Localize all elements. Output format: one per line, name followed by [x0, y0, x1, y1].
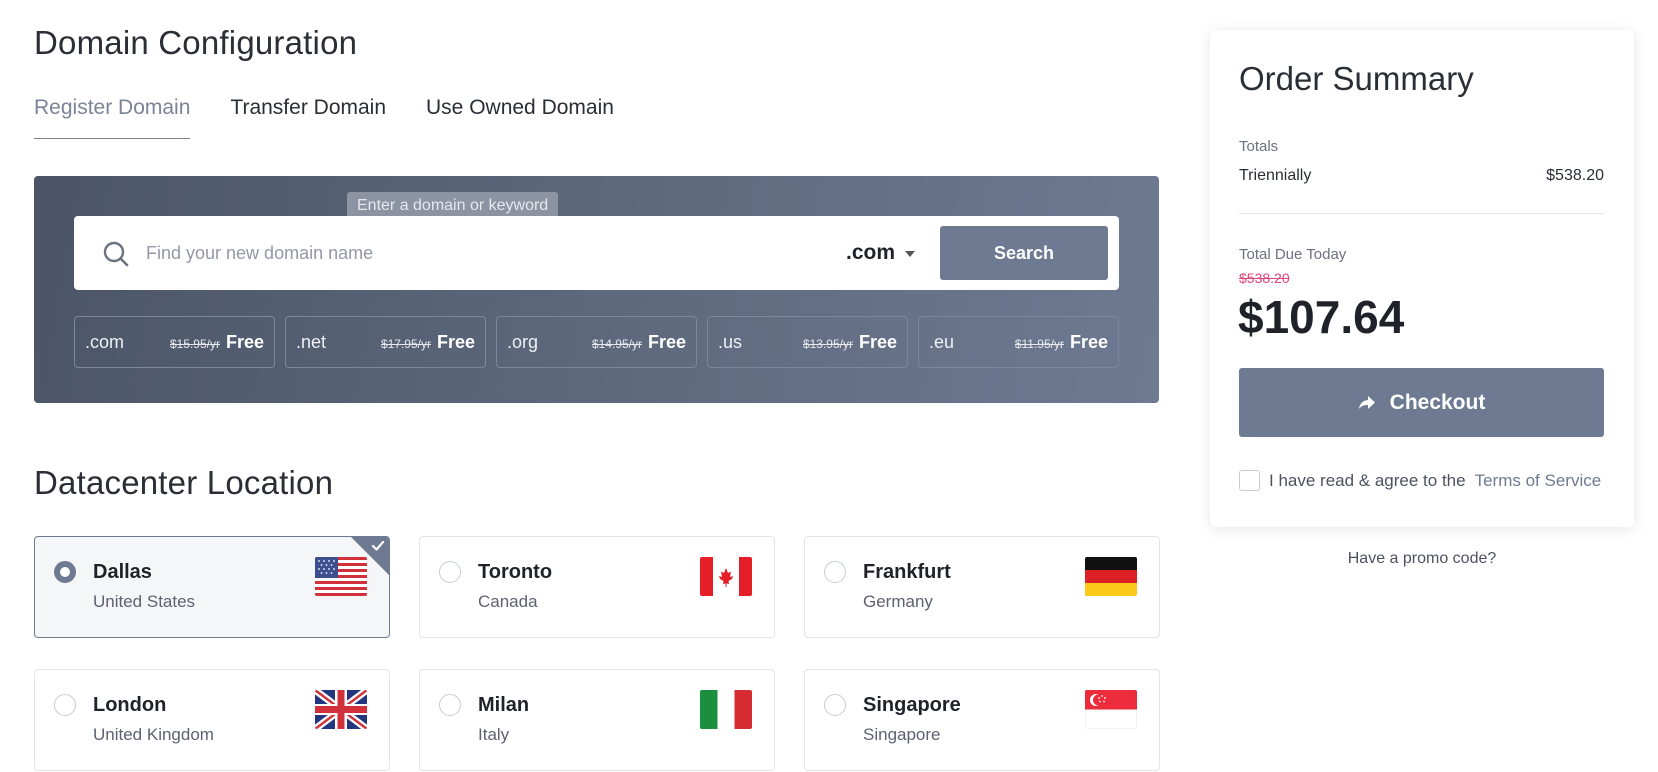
tld-offer-old-price: $17.95/yr — [380, 337, 431, 351]
datacenter-city: Dallas — [93, 561, 152, 583]
datacenter-country: United States — [93, 592, 196, 611]
billing-cycle-price: $538.20 — [1546, 167, 1604, 184]
order-summary-title: Order Summary — [1239, 60, 1474, 97]
datacenter-country: Singapore — [863, 725, 941, 744]
datacenter-option-dallas[interactable]: Dallas United States — [34, 536, 390, 638]
tld-offer-price: Free — [647, 332, 686, 352]
terms-of-service-link[interactable]: Terms of Service — [1475, 471, 1602, 491]
datacenter-country: Canada — [478, 592, 538, 611]
ca-flag-icon — [700, 557, 752, 596]
domain-search-panel: Enter a domain or keyword .com Search .c… — [34, 176, 1159, 403]
domain-search-input[interactable] — [146, 234, 786, 272]
radio-button[interactable] — [439, 561, 461, 583]
tld-offer-com[interactable]: .com $15.95/yr Free — [74, 316, 275, 368]
checkout-button-label: Checkout — [1389, 390, 1486, 414]
datacenter-option-milan[interactable]: Milan Italy — [419, 669, 775, 771]
sg-flag-icon — [1085, 690, 1137, 729]
datacenter-title: Datacenter Location — [34, 464, 334, 501]
it-flag-icon — [700, 690, 752, 729]
total-due-label: Total Due Today — [1239, 246, 1347, 263]
datacenter-city: Milan — [478, 694, 530, 716]
domain-config-title: Domain Configuration — [34, 24, 358, 61]
tld-offer-us[interactable]: .us $13.95/yr Free — [707, 316, 908, 368]
tld-offers: .com $15.95/yr Free .net $17.95/yr Free … — [74, 316, 1119, 368]
billing-cycle-line: Triennially $538.20 — [1239, 167, 1604, 185]
datacenter-country: Italy — [478, 725, 510, 744]
radio-button[interactable] — [439, 694, 461, 716]
datacenter-city: Singapore — [863, 694, 961, 716]
tld-offer-net[interactable]: .net $17.95/yr Free — [285, 316, 486, 368]
tld-offer-name: .eu — [929, 332, 955, 352]
checkmark-icon — [371, 540, 385, 551]
search-icon — [103, 241, 129, 267]
domain-tabs: Register Domain Transfer Domain Use Owne… — [34, 96, 614, 139]
datacenter-option-london[interactable]: London United Kingdom — [34, 669, 390, 771]
tld-offer-name: .net — [296, 332, 327, 352]
tld-dropdown[interactable]: .com — [846, 238, 916, 268]
datacenter-country: United Kingdom — [93, 725, 214, 744]
billing-cycle-label: Triennially — [1239, 167, 1312, 184]
datacenter-country: Germany — [863, 592, 933, 611]
tab-use-owned-domain[interactable]: Use Owned Domain — [426, 96, 614, 139]
radio-button[interactable] — [54, 561, 76, 583]
tld-dropdown-value: .com — [846, 241, 896, 264]
radio-button[interactable] — [824, 561, 846, 583]
terms-text: I have read & agree to the — [1269, 470, 1466, 490]
totals-label: Totals — [1239, 138, 1279, 155]
share-arrow-icon — [1358, 395, 1375, 409]
terms-agreement: I have read & agree to the Terms of Serv… — [1239, 470, 1601, 491]
de-flag-icon — [1085, 557, 1137, 596]
datacenter-city: London — [93, 694, 167, 716]
datacenter-option-frankfurt[interactable]: Frankfurt Germany — [804, 536, 1160, 638]
tld-offer-price: Free — [436, 332, 475, 352]
promo-code-link[interactable]: Have a promo code? — [1210, 550, 1634, 568]
tld-offer-name: .com — [85, 332, 125, 352]
datacenter-city: Toronto — [478, 561, 553, 583]
radio-button[interactable] — [824, 694, 846, 716]
tld-offer-old-price: $14.95/yr — [591, 337, 642, 351]
tld-offer-price: Free — [858, 332, 897, 352]
total-due-price: $107.64 — [1238, 291, 1405, 343]
radio-button[interactable] — [54, 694, 76, 716]
datacenter-option-singapore[interactable]: Singapore Singapore — [804, 669, 1160, 771]
tld-offer-price: Free — [225, 332, 264, 352]
gb-flag-icon — [315, 690, 367, 729]
tld-offer-old-price: $15.95/yr — [169, 337, 220, 351]
page: Domain Configuration Register Domain Tra… — [0, 0, 1658, 772]
search-button[interactable]: Search — [940, 226, 1108, 280]
tld-offer-price: Free — [1069, 332, 1108, 352]
tld-offer-name: .us — [718, 332, 743, 352]
tld-offer-eu[interactable]: .eu $11.95/yr Free — [918, 316, 1119, 368]
datacenter-grid: Dallas United States Toronto Canada Fran… — [34, 536, 1160, 771]
tld-offer-name: .org — [507, 332, 539, 352]
tld-offer-old-price: $11.95/yr — [1014, 337, 1064, 351]
total-due-old-price: $538.20 — [1239, 270, 1290, 286]
order-summary-panel: Order Summary Totals Triennially $538.20… — [1210, 30, 1634, 527]
chevron-down-icon — [905, 251, 916, 257]
tld-offer-org[interactable]: .org $14.95/yr Free — [496, 316, 697, 368]
terms-checkbox[interactable] — [1239, 470, 1260, 491]
datacenter-option-toronto[interactable]: Toronto Canada — [419, 536, 775, 638]
datacenter-city: Frankfurt — [863, 561, 951, 583]
summary-divider — [1239, 213, 1604, 214]
tab-transfer-domain[interactable]: Transfer Domain — [230, 96, 386, 139]
tld-offer-old-price: $13.95/yr — [802, 337, 853, 351]
checkout-button[interactable]: Checkout — [1239, 368, 1604, 437]
search-box: .com Search — [74, 216, 1119, 290]
tab-register-domain[interactable]: Register Domain — [34, 96, 191, 139]
